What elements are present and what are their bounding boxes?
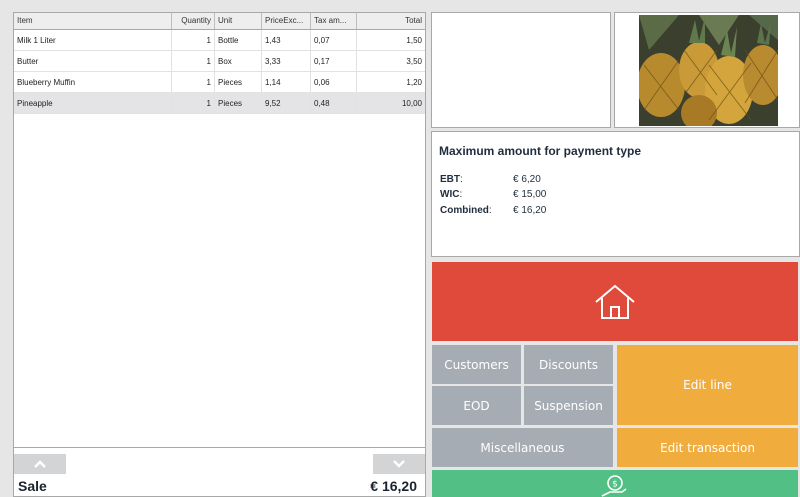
edit-line-button[interactable]: Edit line	[617, 345, 798, 425]
payment-label: EBT	[440, 174, 460, 185]
scroll-down-button[interactable]	[373, 454, 425, 474]
cell-item: Blueberry Muffin	[14, 72, 172, 92]
eod-button[interactable]: EOD	[432, 386, 521, 425]
payment-label-suffix: :	[459, 189, 463, 200]
cell-price: 1,14	[262, 72, 311, 92]
payment-value-ebt: € 6,20	[513, 174, 541, 185]
chevron-up-icon	[34, 460, 46, 468]
payment-value-combined: € 16,20	[513, 205, 547, 216]
table-row[interactable]: Blueberry Muffin 1 Pieces 1,14 0,06 1,20	[14, 72, 425, 93]
cell-unit: Bottle	[215, 30, 262, 50]
svg-text:$: $	[612, 480, 618, 490]
edit-transaction-button[interactable]: Edit transaction	[617, 428, 798, 467]
cell-unit: Pieces	[215, 72, 262, 92]
chevron-down-icon	[393, 460, 405, 468]
cell-quantity: 1	[172, 30, 215, 50]
cell-total: 1,20	[406, 78, 422, 87]
column-header-price[interactable]: PriceExc...	[262, 13, 311, 29]
column-header-tax[interactable]: Tax am...	[311, 13, 357, 29]
hand-coin-icon: $	[601, 475, 627, 497]
payment-limits-title: Maximum amount for payment type	[439, 144, 642, 158]
cell-tax: 0,07	[311, 30, 357, 50]
grid-header: Item Quantity Unit PriceExc... Tax am...…	[14, 13, 425, 30]
discounts-button[interactable]: Discounts	[524, 345, 613, 384]
cell-unit: Pieces	[215, 93, 262, 113]
cell-price: 3,33	[262, 51, 311, 71]
cell-total: 1,50	[406, 36, 422, 45]
cell-price: 9,52	[262, 93, 311, 113]
customers-button[interactable]: Customers	[432, 345, 521, 384]
payment-button[interactable]: $	[432, 470, 798, 497]
cell-price: 1,43	[262, 30, 311, 50]
cell-total: 10,00	[401, 99, 422, 108]
payment-row-combined: Combined:	[440, 205, 492, 216]
column-header-total[interactable]: Total	[357, 13, 425, 29]
payment-limits-panel: Maximum amount for payment type EBT: € 6…	[431, 131, 800, 257]
scroll-up-button[interactable]	[14, 454, 66, 474]
column-header-item[interactable]: Item	[14, 13, 172, 29]
payment-row-wic: WIC:	[440, 189, 462, 200]
home-icon	[595, 284, 635, 319]
cell-item: Butter	[14, 51, 172, 71]
cell-tax: 0,48	[311, 93, 357, 113]
customer-info-box	[431, 12, 611, 128]
cell-tax: 0,06	[311, 72, 357, 92]
suspension-button[interactable]: Suspension	[524, 386, 613, 425]
cell-unit: Box	[215, 51, 262, 71]
cell-quantity: 1	[172, 51, 215, 71]
table-row[interactable]: Butter 1 Box 3,33 0,17 3,50	[14, 51, 425, 72]
payment-label: Combined	[440, 205, 489, 216]
cell-quantity: 1	[172, 93, 215, 113]
column-header-unit[interactable]: Unit	[215, 13, 262, 29]
cell-item: Milk 1 Liter	[14, 30, 172, 50]
column-header-quantity[interactable]: Quantity	[172, 13, 215, 29]
table-row-selected[interactable]: Pineapple 1 Pieces 9,52 0,48 10,00	[14, 93, 425, 114]
sale-label: Sale	[18, 478, 47, 494]
home-button[interactable]	[432, 262, 798, 341]
payment-label-suffix: :	[460, 174, 463, 185]
transaction-panel: Item Quantity Unit PriceExc... Tax am...…	[13, 12, 426, 497]
miscellaneous-button[interactable]: Miscellaneous	[432, 428, 613, 467]
cell-quantity: 1	[172, 72, 215, 92]
table-row[interactable]: Milk 1 Liter 1 Bottle 1,43 0,07 1,50	[14, 30, 425, 51]
transaction-grid: Item Quantity Unit PriceExc... Tax am...…	[14, 13, 425, 448]
payment-value-wic: € 15,00	[513, 189, 547, 200]
product-image-box	[614, 12, 800, 128]
payment-row-ebt: EBT:	[440, 174, 463, 185]
payment-label: WIC	[440, 189, 460, 200]
product-image-pineapple	[639, 15, 778, 126]
sale-total: € 16,20	[370, 478, 417, 494]
cell-total: 3,50	[406, 57, 422, 66]
cell-tax: 0,17	[311, 51, 357, 71]
payment-label-suffix: :	[488, 205, 492, 216]
cell-item: Pineapple	[14, 93, 172, 113]
